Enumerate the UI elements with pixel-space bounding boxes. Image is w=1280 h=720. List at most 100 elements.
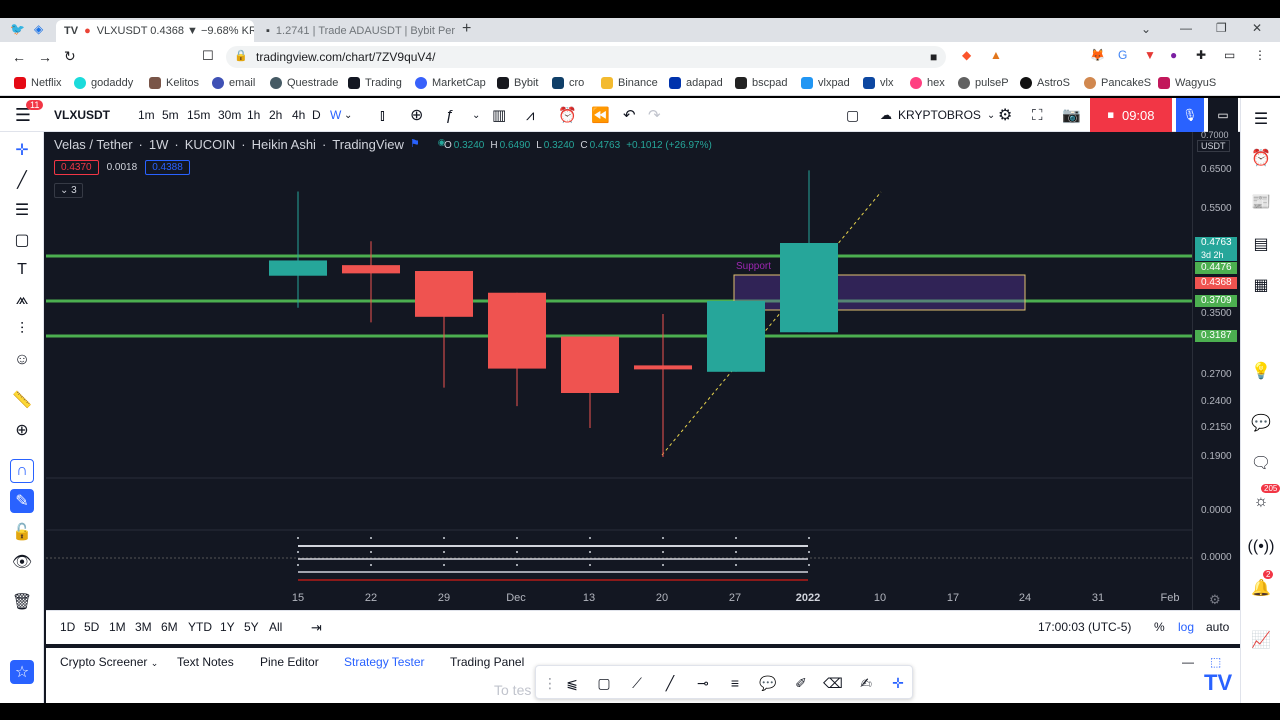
bookmark-trading[interactable]: Trading — [348, 77, 402, 89]
interval-d[interactable]: D — [312, 108, 330, 122]
minimize-icon[interactable]: — — [1180, 21, 1192, 35]
minimize-panel-icon[interactable]: — — [1182, 655, 1194, 669]
interval-2h[interactable]: 2h — [269, 108, 292, 122]
candle-body[interactable] — [634, 365, 692, 370]
bookmark-marketcap[interactable]: MarketCap — [415, 77, 486, 89]
currency-label[interactable]: USDT — [1197, 140, 1230, 152]
price-axis[interactable]: 0.7000 USDT 0.6500 0.5500 0.3500 0.2700 … — [1192, 130, 1238, 610]
replay-icon[interactable]: ⏪ — [591, 98, 610, 132]
url-field[interactable]: 🔒 tradingview.com/chart/7ZV9quV4/ — [226, 46, 946, 68]
candle-body[interactable] — [415, 271, 473, 317]
extension-circle-icon[interactable]: ● — [1170, 48, 1177, 62]
interval-5m[interactable]: 5m — [162, 108, 187, 122]
range-1m[interactable]: 1M — [109, 620, 126, 634]
indicators-icon[interactable]: ƒ — [445, 98, 453, 132]
maximize-panel-icon[interactable]: ⬚ — [1210, 655, 1221, 669]
range-1d[interactable]: 1D — [60, 620, 75, 634]
range-all[interactable]: All — [269, 620, 282, 634]
candle-body[interactable] — [269, 260, 327, 276]
fib-icon[interactable]: ☰ — [10, 198, 34, 222]
undo-icon[interactable]: ↶ — [623, 98, 636, 132]
fib-tool-icon[interactable]: ⫹ — [560, 671, 584, 695]
bookmark-netflix[interactable]: Netflix — [14, 77, 62, 89]
candle-body[interactable] — [707, 301, 765, 372]
pinned-tab-icon[interactable]: ◈ — [34, 22, 43, 36]
bookmark-bybit[interactable]: Bybit — [497, 77, 538, 89]
flag-icon[interactable]: ⚑ — [410, 137, 420, 152]
tab-vlxusdt[interactable]: TV ● VLXUSDT 0.4368 ▼ −9.68% KR ✕ — [56, 20, 254, 42]
calendar-icon[interactable]: ▦ — [1249, 273, 1273, 297]
bookmark-vlxpad[interactable]: vlxpad — [801, 77, 850, 89]
new-tab-icon[interactable]: + — [462, 20, 471, 38]
metamask-icon[interactable]: 🦊 — [1090, 48, 1105, 62]
legend-pair[interactable]: Velas / Tether — [54, 137, 133, 152]
compare-icon[interactable]: ⊕ — [410, 98, 423, 132]
reload-icon[interactable]: ↻ — [64, 48, 76, 65]
alert-icon[interactable]: ⏰ — [558, 98, 577, 132]
bookmark-astros[interactable]: AstroS — [1020, 77, 1070, 89]
candle-body[interactable] — [561, 336, 619, 393]
bookmark-wagyus[interactable]: WagyuS — [1158, 77, 1216, 89]
bookmark-hex[interactable]: hex — [910, 77, 945, 89]
main-menu-button[interactable]: ☰ 11 — [8, 98, 44, 132]
interval-15m[interactable]: 15m — [187, 108, 218, 122]
notifications-bell-icon[interactable]: 🔔 2 — [1249, 570, 1274, 600]
tab-search-icon[interactable]: ⌄ — [1141, 22, 1151, 36]
ideas-stream-icon[interactable]: ☼ 205 — [1249, 484, 1280, 514]
brave-icon[interactable]: ◆ — [962, 48, 971, 62]
chats-icon[interactable]: 💬 — [1249, 411, 1273, 435]
settings-icon[interactable]: ⚙ — [998, 98, 1012, 132]
highlighter-icon[interactable]: ✍ — [854, 671, 878, 695]
trendline-icon[interactable]: ╱ — [10, 168, 34, 192]
bookmark-pancakes[interactable]: PancakeS — [1084, 77, 1151, 89]
translate-icon[interactable]: G — [1118, 48, 1127, 62]
range-5d[interactable]: 5D — [84, 620, 99, 634]
chart-style-icon[interactable]: ⫾ — [380, 98, 385, 132]
bookmark-bscpad[interactable]: bscpad — [735, 77, 787, 89]
video-camera-icon[interactable]: ▭ — [1208, 98, 1238, 132]
range-5y[interactable]: 5Y — [244, 620, 259, 634]
watchlist-icon[interactable]: ☰ — [1249, 107, 1273, 131]
close-window-icon[interactable]: ✕ — [1252, 21, 1262, 35]
percent-toggle[interactable]: % — [1154, 620, 1165, 634]
interval-1m[interactable]: 1m — [138, 108, 162, 122]
auto-toggle[interactable]: auto — [1206, 620, 1229, 634]
tab-crypto-screener[interactable]: Crypto Screener ⌄ — [60, 655, 158, 669]
back-icon[interactable]: ← — [12, 49, 26, 65]
drag-handle-icon[interactable]: ⋮ — [538, 671, 562, 695]
financials-icon[interactable]: ▥ — [492, 98, 506, 132]
sell-button[interactable]: 0.4370 — [54, 160, 99, 175]
microphone-icon[interactable]: 🎙 — [1176, 98, 1204, 132]
brush-tool-icon[interactable]: ✐ — [789, 671, 813, 695]
range-1y[interactable]: 1Y — [220, 620, 235, 634]
redo-icon[interactable]: ↷ — [648, 98, 661, 132]
interval-dropdown-icon[interactable]: ⌄ — [344, 110, 358, 121]
hide-drawings-icon[interactable]: 👁 — [10, 550, 34, 574]
tab-strategy-tester[interactable]: Strategy Tester — [344, 655, 424, 669]
range-3m[interactable]: 3M — [135, 620, 152, 634]
interval-30m[interactable]: 30m — [218, 108, 247, 122]
templates-icon[interactable]: ⩘ — [526, 98, 534, 132]
support-zone-rectangle[interactable] — [733, 274, 1026, 311]
horizontal-ray-icon[interactable]: ⊸ — [691, 671, 715, 695]
lock-drawings-icon[interactable]: 🔓 — [10, 520, 34, 544]
timezone-clock[interactable]: 17:00:03 (UTC-5) — [1038, 620, 1131, 634]
eraser-icon[interactable]: ⌫ — [821, 671, 845, 695]
pattern-icon[interactable]: ⩕ — [10, 288, 34, 312]
bookmark-kelitos[interactable]: Kelitos — [149, 77, 199, 89]
ruler-icon[interactable]: 📏 — [10, 388, 34, 412]
messages-icon[interactable]: 🗨 — [1249, 451, 1273, 475]
chart-pane[interactable]: Support Velas / Tether · 1W · KUCOIN · Heik… — [46, 132, 1192, 610]
interval-w[interactable]: W — [330, 108, 344, 122]
range-ytd[interactable]: YTD — [188, 620, 212, 634]
layout-name[interactable]: ☁ KRYPTOBROS ⌄ — [880, 98, 995, 132]
stay-drawing-icon[interactable]: ✎ — [10, 489, 34, 513]
tab-text-notes[interactable]: Text Notes — [177, 655, 234, 669]
streams-icon[interactable]: ((•)) — [1248, 535, 1275, 559]
indicators-dropdown-icon[interactable]: ⌄ — [472, 98, 480, 132]
fullscreen-icon[interactable]: ⛶ — [1032, 98, 1043, 132]
range-6m[interactable]: 6M — [161, 620, 178, 634]
emoji-icon[interactable]: ☺ — [10, 348, 34, 372]
bookmark-icon[interactable]: ☐ — [202, 48, 214, 64]
camera-icon[interactable]: ■ — [930, 50, 937, 64]
